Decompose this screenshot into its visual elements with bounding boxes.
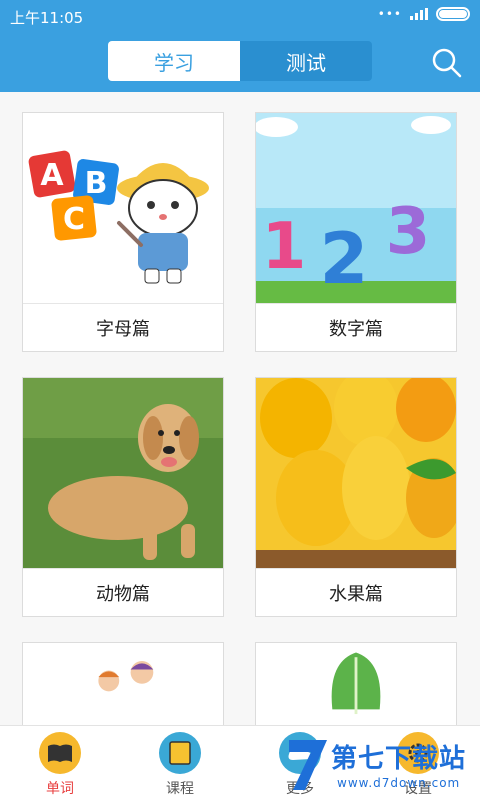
letter-block-a: A <box>28 150 76 198</box>
nav-courses-label: 课程 <box>166 781 194 797</box>
status-bar: 上午11:05 ••• <box>0 0 480 32</box>
svg-text:C: C <box>63 202 85 237</box>
card-vegetables[interactable] <box>255 642 457 725</box>
svg-text:A: A <box>40 158 64 193</box>
nav-words[interactable]: 单词 <box>20 732 100 798</box>
card-numbers[interactable]: 1 2 3 数字篇 <box>255 112 457 352</box>
nav-words-label: 单词 <box>46 781 74 797</box>
card-label: 字母篇 <box>23 303 223 351</box>
segment-control: 学习 测试 <box>108 41 372 81</box>
card-animals[interactable]: 动物篇 <box>22 377 224 617</box>
numbers-illustration: 1 2 3 <box>256 113 456 303</box>
vegetable-illustration <box>308 643 404 725</box>
card-letters[interactable]: A B C 字母篇 <box>22 112 224 352</box>
svg-text:3: 3 <box>386 195 431 269</box>
watermark-title: 第七下载站 <box>331 744 467 774</box>
course-icon <box>159 732 201 774</box>
card-fruits[interactable]: 水果篇 <box>255 377 457 617</box>
tab-test[interactable]: 测试 <box>240 41 372 81</box>
book-icon <box>39 732 81 774</box>
top-bar: 学习 测试 <box>0 32 480 92</box>
letters-illustration: A B C <box>23 113 223 303</box>
dog-photo <box>23 378 223 568</box>
card-label: 数字篇 <box>256 303 456 351</box>
watermark: 第七下载站 www.d7down.com <box>285 736 475 796</box>
mango-photo <box>256 378 456 568</box>
search-icon[interactable] <box>430 46 462 78</box>
signal-icon <box>410 8 428 20</box>
letter-block-c: C <box>51 195 97 241</box>
category-grid: A B C 字母篇 1 2 3 数字篇 动物篇 水果篇 <box>0 92 480 725</box>
card-label: 水果篇 <box>256 568 456 616</box>
status-time: 上午11:05 <box>10 9 84 27</box>
kids-illustration <box>75 643 171 725</box>
battery-icon <box>436 7 470 21</box>
card-label: 动物篇 <box>23 568 223 616</box>
notification-dots: ••• <box>377 7 402 21</box>
nav-courses[interactable]: 课程 <box>140 732 220 798</box>
watermark-url: www.d7down.com <box>337 776 461 790</box>
watermark-logo <box>289 740 327 790</box>
card-people[interactable] <box>22 642 224 725</box>
tab-study[interactable]: 学习 <box>108 41 240 81</box>
status-icons: ••• <box>378 7 470 21</box>
svg-text:2: 2 <box>320 218 369 300</box>
svg-text:1: 1 <box>262 210 307 284</box>
